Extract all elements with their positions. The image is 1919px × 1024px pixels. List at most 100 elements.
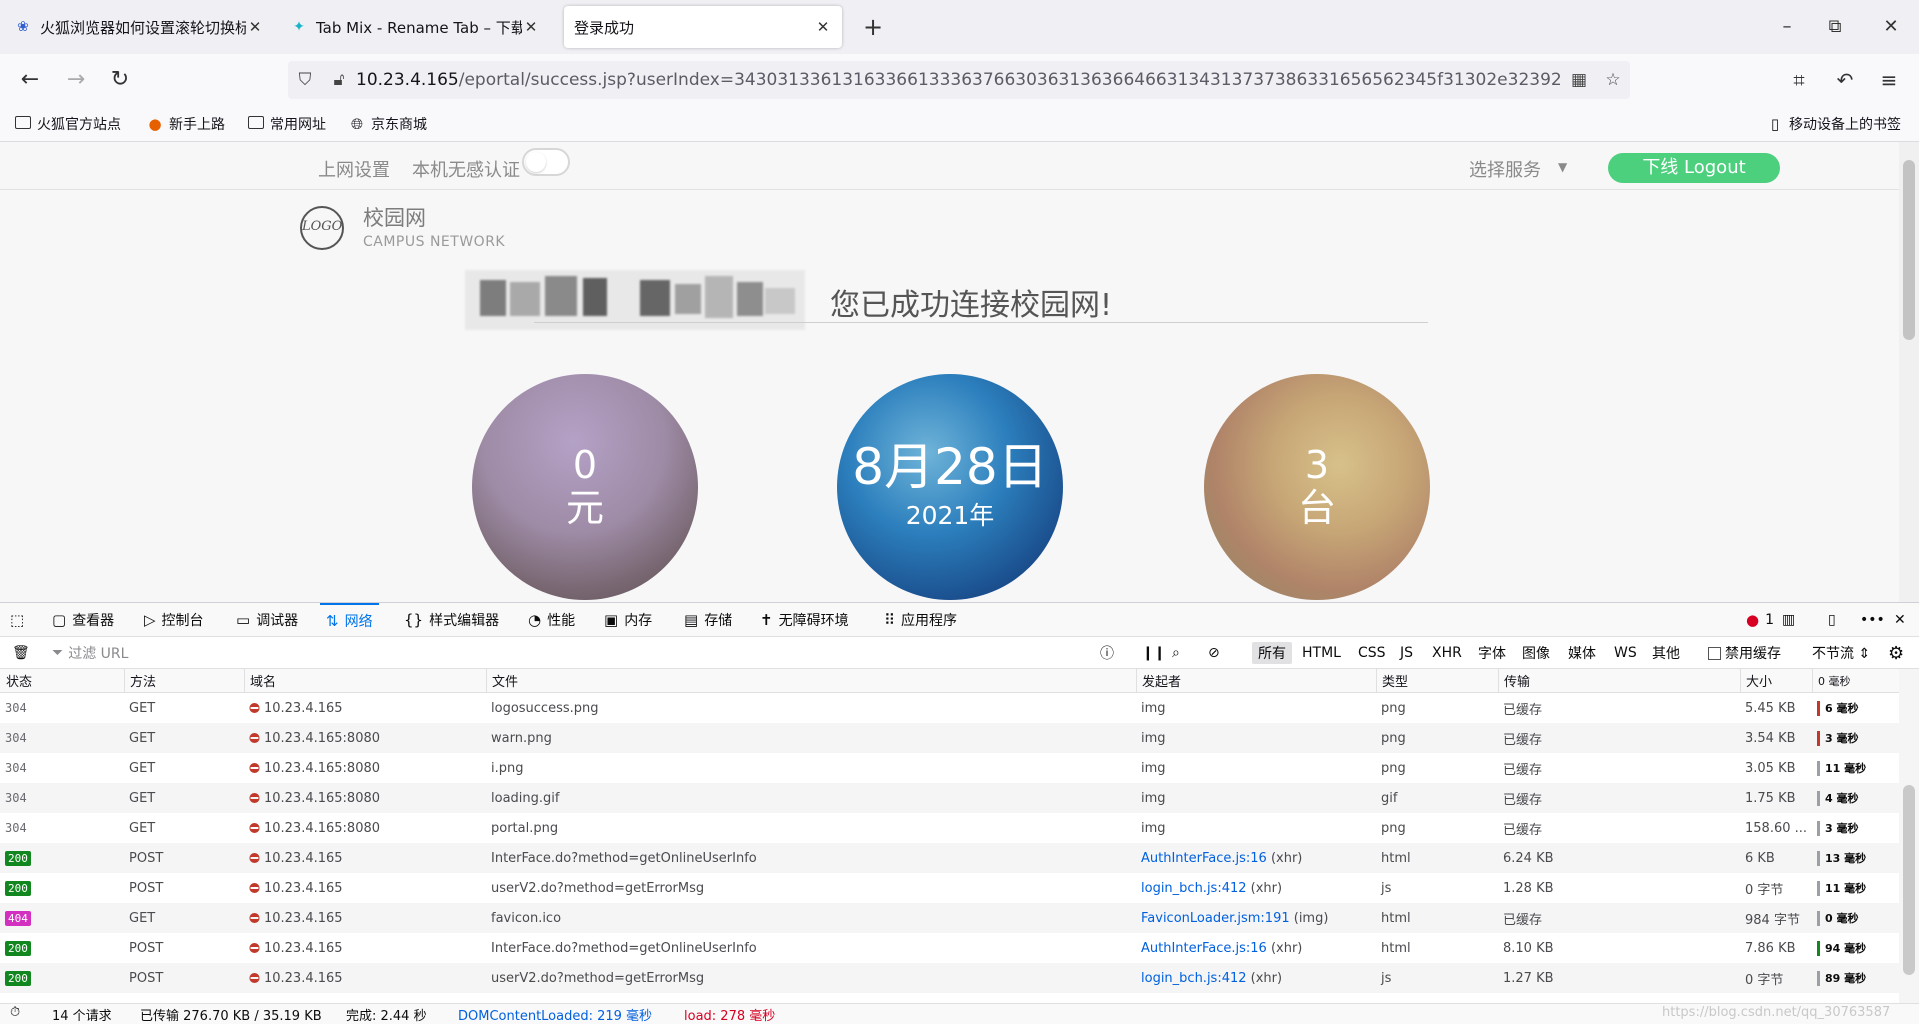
bookmark-common-sites[interactable]: 常用网址	[247, 114, 326, 134]
tool-debugger[interactable]: ▭ 调试器	[236, 603, 298, 637]
crop-icon[interactable]: ⌗	[1782, 64, 1816, 96]
filter-html[interactable]: HTML	[1302, 637, 1341, 669]
bookmark-getting-started[interactable]: ● 新手上路	[146, 114, 225, 134]
table-row[interactable]: 404 GET ⛔︎ 10.23.4.165 favicon.ico FaviconLoa…	[0, 903, 1899, 933]
close-tab-icon[interactable]: ✕	[814, 18, 832, 36]
menu-icon[interactable]: ≡	[1872, 64, 1906, 96]
qr-code-icon[interactable]: ▦	[1562, 70, 1596, 90]
filter-all[interactable]: 所有	[1252, 642, 1292, 664]
trash-icon[interactable]: 🗑︎	[12, 637, 30, 669]
col-method[interactable]: 方法	[124, 669, 244, 692]
close-tab-icon[interactable]: ✕	[246, 18, 264, 36]
settings-gear-icon[interactable]: ⚙	[1888, 637, 1904, 669]
table-row[interactable]: 304 GET ⛔︎ 10.23.4.165:8080 loading.gif img gi…	[0, 783, 1899, 813]
col-domain[interactable]: 域名	[244, 669, 486, 692]
balance-circle: 0 元	[472, 374, 698, 600]
filter-media[interactable]: 媒体	[1568, 637, 1596, 669]
filter-xhr[interactable]: XHR	[1432, 637, 1462, 669]
shield-icon[interactable]: ⛉	[288, 70, 322, 90]
scrollbar-thumb[interactable]	[1903, 785, 1915, 975]
bookmark-firefox-official[interactable]: 火狐官方站点	[14, 114, 121, 134]
bookmark-jd[interactable]: 🌐︎ 京东商城	[348, 114, 427, 134]
filter-other[interactable]: 其他	[1652, 637, 1680, 669]
table-row[interactable]: 304 GET ⛔︎ 10.23.4.165:8080 portal.png img png…	[0, 813, 1899, 843]
col-status[interactable]: 状态	[0, 669, 124, 692]
table-row[interactable]: 304 GET ⛔︎ 10.23.4.165:8080 warn.png img png 已缓…	[0, 723, 1899, 753]
disable-cache-checkbox[interactable]: 禁用缓存	[1708, 637, 1781, 669]
initiator-link[interactable]: AuthInterFace.js:16	[1141, 941, 1267, 956]
block-icon[interactable]: ⊘	[1208, 637, 1220, 669]
bookmark-star-icon[interactable]: ☆	[1596, 70, 1630, 90]
page-scrollbar[interactable]	[1899, 142, 1919, 602]
undo-icon[interactable]: ↶	[1828, 64, 1862, 96]
tool-network[interactable]: ⇅ 网络	[320, 603, 379, 637]
filter-fonts[interactable]: 字体	[1478, 637, 1506, 669]
initiator-link[interactable]: login_bch.js:412	[1141, 971, 1247, 986]
tool-memory[interactable]: ▣ 内存	[604, 603, 652, 637]
forward-icon[interactable]: →	[60, 64, 92, 96]
url-bar[interactable]: ⛉ 🔓︎ 10.23.4.165/eportal/success.jsp?use…	[288, 61, 1630, 99]
col-transfer[interactable]: 传输	[1498, 669, 1740, 692]
col-type[interactable]: 类型	[1376, 669, 1498, 692]
tool-application[interactable]: ⠿ 应用程序	[884, 603, 957, 637]
url-text[interactable]: 10.23.4.165/eportal/success.jsp?userInde…	[356, 70, 1562, 90]
table-row[interactable]: 304 GET ⛔︎ 10.23.4.165:8080 i.png img png 已缓存 3.…	[0, 753, 1899, 783]
filter-ws[interactable]: WS	[1614, 637, 1637, 669]
tab-2[interactable]: ✦ Tab Mix - Rename Tab – 下载 ✕	[280, 6, 550, 48]
tool-storage[interactable]: ▤ 存储	[684, 603, 732, 637]
devtools-scrollbar[interactable]	[1899, 669, 1919, 1003]
restore-button[interactable]: ⧉	[1815, 12, 1855, 42]
col-waterfall[interactable]: 0 毫秒	[1812, 669, 1899, 692]
table-row[interactable]: 200 POST ⛔︎ 10.23.4.165 userV2.do?method=get…	[0, 963, 1899, 993]
minimize-button[interactable]: –	[1767, 12, 1807, 42]
new-tab-button[interactable]: +	[858, 12, 888, 42]
col-initiator[interactable]: 发起者	[1136, 669, 1376, 692]
cell-status: 304	[0, 813, 124, 843]
back-icon[interactable]: ←	[14, 64, 46, 96]
error-indicator[interactable]: ● 1	[1746, 603, 1774, 637]
cell-size: 0 字节	[1745, 972, 1784, 988]
element-picker-icon[interactable]: ⬚	[10, 603, 30, 637]
initiator-link[interactable]: login_bch.js:412	[1141, 881, 1247, 896]
more-options-icon[interactable]: •••	[1860, 603, 1885, 637]
cell-method: GET	[129, 730, 156, 746]
col-size[interactable]: 大小	[1740, 669, 1812, 692]
chevron-down-icon[interactable]: ▼	[1558, 160, 1567, 174]
filter-images[interactable]: 图像	[1522, 637, 1550, 669]
tool-style-editor[interactable]: {} 样式编辑器	[404, 603, 499, 637]
insecure-lock-icon[interactable]: 🔓︎	[322, 70, 356, 90]
tool-inspector[interactable]: ▢ 查看器	[52, 603, 114, 637]
close-tab-icon[interactable]: ✕	[522, 18, 540, 36]
close-window-button[interactable]: ✕	[1871, 12, 1911, 42]
tab-1[interactable]: ❀ 火狐浏览器如何设置滚轮切换标 ✕	[4, 6, 274, 48]
filter-css[interactable]: CSS	[1358, 637, 1386, 669]
seamless-auth-toggle[interactable]	[522, 148, 570, 176]
tool-console[interactable]: ▷ 控制台	[144, 603, 204, 637]
scrollbar-thumb[interactable]	[1903, 160, 1915, 340]
table-row[interactable]: 200 POST ⛔︎ 10.23.4.165 userV2.do?method=get…	[0, 873, 1899, 903]
tool-accessibility[interactable]: ✝ 无障碍环境	[760, 603, 849, 637]
split-console-icon[interactable]: ▥	[1782, 603, 1795, 637]
mobile-bookmarks[interactable]: ▯ 移动设备上的书签	[1766, 114, 1901, 134]
help-icon[interactable]: ⓘ	[1100, 637, 1114, 669]
cell-file: userV2.do?method=getErrorMsg	[491, 970, 705, 986]
initiator-link[interactable]: FaviconLoader.jsm:191	[1141, 911, 1290, 926]
pause-icon[interactable]: ❙❙	[1142, 637, 1165, 669]
col-file[interactable]: 文件	[486, 669, 1136, 692]
nav-internet-settings[interactable]: 上网设置	[318, 156, 390, 182]
tool-performance[interactable]: ◔ 性能	[528, 603, 575, 637]
table-row[interactable]: 200 POST ⛔︎ 10.23.4.165 InterFace.do?method=…	[0, 933, 1899, 963]
close-devtools-icon[interactable]: ✕	[1894, 603, 1906, 637]
dock-icon[interactable]: ▯	[1828, 603, 1836, 637]
throttle-select[interactable]: 不节流 ⇕	[1812, 637, 1870, 669]
search-icon[interactable]: ⌕	[1172, 637, 1180, 669]
tab-3-active[interactable]: 登录成功 ✕	[564, 6, 842, 48]
select-service-dropdown[interactable]: 选择服务	[1469, 156, 1541, 182]
reload-icon[interactable]: ↻	[104, 64, 136, 96]
filter-js[interactable]: JS	[1400, 637, 1413, 669]
table-row[interactable]: 304 GET ⛔︎ 10.23.4.165 logosuccess.png img png…	[0, 693, 1899, 723]
filter-url-input[interactable]: ⏷ 过滤 URL	[52, 637, 128, 669]
table-row[interactable]: 200 POST ⛔︎ 10.23.4.165 InterFace.do?method=…	[0, 843, 1899, 873]
initiator-link[interactable]: AuthInterFace.js:16	[1141, 851, 1267, 866]
logout-button[interactable]: 下线 Logout	[1608, 153, 1780, 183]
